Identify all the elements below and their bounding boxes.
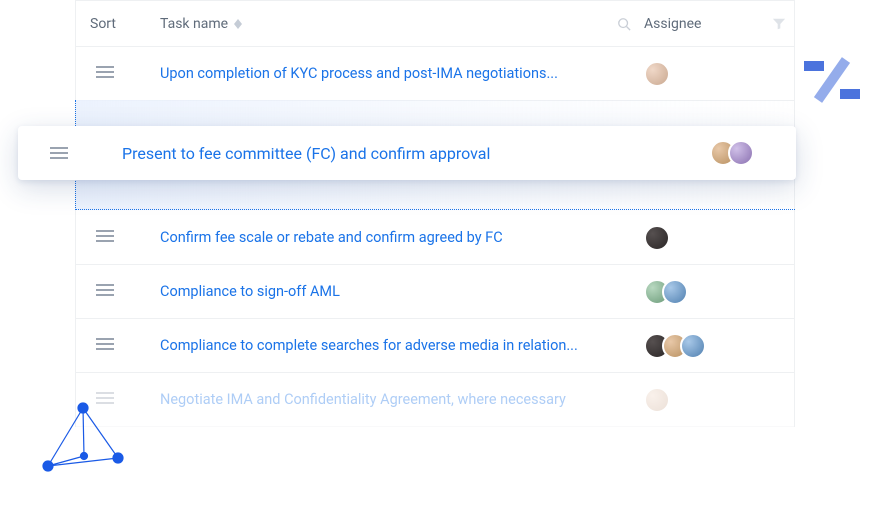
assignee-avatars[interactable] bbox=[644, 387, 794, 413]
table-header: Sort Task name Assignee bbox=[76, 1, 794, 47]
drag-handle-icon bbox=[96, 65, 114, 82]
search-icon[interactable] bbox=[604, 17, 644, 31]
avatar[interactable] bbox=[644, 225, 670, 251]
task-title[interactable]: Present to fee committee (FC) and confir… bbox=[122, 144, 706, 163]
decorative-network-icon bbox=[38, 396, 128, 480]
drag-handle[interactable] bbox=[76, 65, 160, 82]
table-row[interactable]: Confirm fee scale or rebate and confirm … bbox=[76, 211, 794, 265]
assignee-avatars[interactable] bbox=[644, 279, 794, 305]
assignee-avatars[interactable] bbox=[644, 61, 794, 87]
column-taskname-label: Task name bbox=[160, 16, 228, 32]
assignee-avatars[interactable] bbox=[706, 140, 796, 166]
dragging-row[interactable]: Present to fee committee (FC) and confir… bbox=[18, 126, 796, 180]
task-title[interactable]: Upon completion of KYC process and post-… bbox=[160, 65, 644, 82]
assignee-avatars[interactable] bbox=[644, 333, 794, 359]
decorative-slash-icon bbox=[800, 48, 864, 116]
sort-arrows-icon[interactable] bbox=[234, 19, 242, 29]
avatar[interactable] bbox=[680, 333, 706, 359]
table-row[interactable]: Negotiate IMA and Confidentiality Agreem… bbox=[76, 373, 794, 427]
table-row[interactable]: Compliance to complete searches for adve… bbox=[76, 319, 794, 373]
drag-handle-icon bbox=[96, 337, 114, 354]
drag-handle-icon bbox=[50, 144, 68, 163]
page-root: Sort Task name Assignee Upon completion … bbox=[0, 0, 872, 520]
drag-handle[interactable] bbox=[76, 283, 160, 300]
column-sort-label[interactable]: Sort bbox=[76, 16, 160, 32]
table-row[interactable]: Upon completion of KYC process and post-… bbox=[76, 47, 794, 101]
filter-icon[interactable] bbox=[764, 17, 794, 31]
assignee-avatars[interactable] bbox=[644, 225, 794, 251]
avatar[interactable] bbox=[644, 61, 670, 87]
drag-handle-icon bbox=[96, 283, 114, 300]
avatar[interactable] bbox=[644, 387, 670, 413]
column-taskname[interactable]: Task name bbox=[160, 16, 604, 32]
task-title[interactable]: Confirm fee scale or rebate and confirm … bbox=[160, 229, 644, 246]
avatar[interactable] bbox=[728, 140, 754, 166]
task-table: Sort Task name Assignee Upon completion … bbox=[75, 0, 795, 427]
column-assignee-label[interactable]: Assignee bbox=[644, 16, 764, 32]
table-row[interactable]: Compliance to sign-off AML bbox=[76, 265, 794, 319]
drag-handle-icon bbox=[96, 229, 114, 246]
task-title[interactable]: Compliance to sign-off AML bbox=[160, 283, 644, 300]
drag-handle[interactable] bbox=[18, 144, 122, 163]
task-title[interactable]: Compliance to complete searches for adve… bbox=[160, 337, 644, 354]
drag-handle[interactable] bbox=[76, 229, 160, 246]
avatar[interactable] bbox=[662, 279, 688, 305]
drag-handle[interactable] bbox=[76, 337, 160, 354]
task-title[interactable]: Negotiate IMA and Confidentiality Agreem… bbox=[160, 391, 644, 408]
